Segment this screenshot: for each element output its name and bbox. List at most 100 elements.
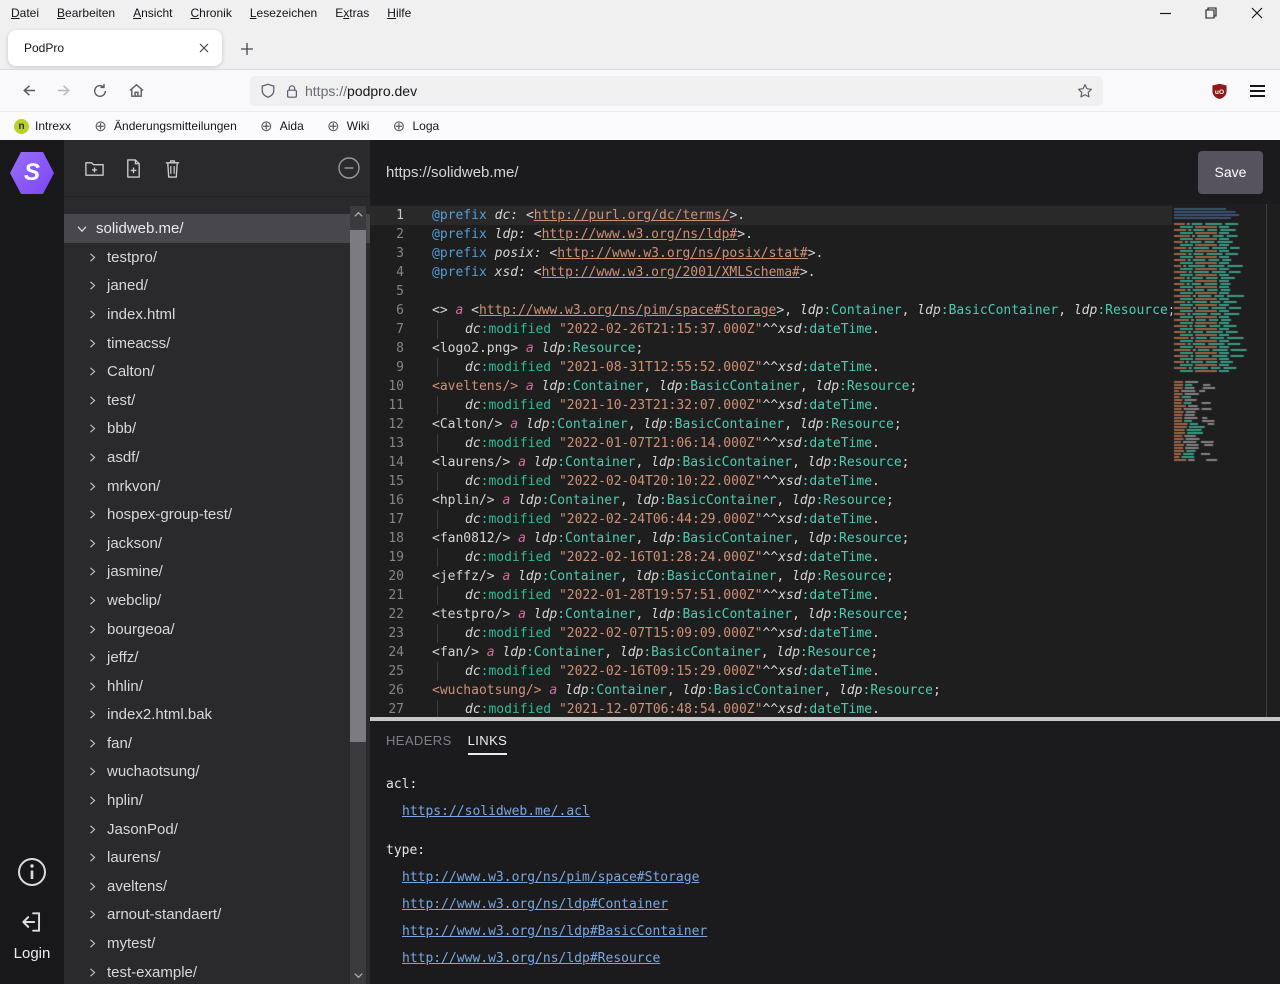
- restore-button[interactable]: [1188, 0, 1234, 26]
- menu-bar: DateiBearbeitenAnsichtChronikLesezeichen…: [0, 0, 420, 26]
- url-bar[interactable]: https://podpro.dev: [250, 76, 1103, 106]
- bookmark-item[interactable]: Intrexx: [14, 119, 71, 134]
- bookmark-item[interactable]: Änderungsmitteilungen: [93, 119, 237, 134]
- code-line: @prefix xsd: <http://www.w3.org/2001/XML…: [432, 263, 1172, 282]
- tree-scrollbar-thumb[interactable]: [350, 230, 366, 742]
- menu-item[interactable]: Chronik: [181, 0, 240, 26]
- tree-item-label: mytest/: [107, 935, 155, 952]
- tree-item[interactable]: laurens/: [64, 843, 370, 872]
- tree-item[interactable]: bbb/: [64, 415, 370, 444]
- code-line: <testpro/> a ldp:Container, ldp:BasicCon…: [432, 605, 1172, 624]
- new-file-button[interactable]: [122, 157, 144, 179]
- tree-toolbar: [64, 140, 370, 196]
- editor-code[interactable]: @prefix dc: <http://purl.org/dc/terms/>.…: [412, 206, 1172, 717]
- forward-button[interactable]: [48, 75, 80, 107]
- resource-url[interactable]: https://solidweb.me/: [386, 164, 519, 181]
- tree-item[interactable]: testpro/: [64, 243, 370, 272]
- code-line: <Calton/> a ldp:Container, ldp:BasicCont…: [432, 415, 1172, 434]
- tree-item-label: timeacss/: [107, 335, 170, 352]
- reload-button[interactable]: [84, 75, 116, 107]
- scroll-down-icon[interactable]: [350, 970, 366, 981]
- tree-item-label: index.html: [107, 306, 175, 323]
- tree-item[interactable]: hhlin/: [64, 672, 370, 701]
- tree-item-label: bourgeoa/: [107, 621, 175, 638]
- menu-item[interactable]: Lesezeichen: [241, 0, 326, 26]
- ublock-extension-button[interactable]: uO: [1204, 76, 1234, 106]
- editor-minimap[interactable]: [1172, 206, 1262, 715]
- tree-item[interactable]: index.html: [64, 300, 370, 329]
- minimize-button[interactable]: [1142, 0, 1188, 26]
- tree-item[interactable]: jeffz/: [64, 643, 370, 672]
- code-line: <wuchaotsung/> a ldp:Container, ldp:Basi…: [432, 681, 1172, 700]
- code-line: dc:modified "2021-12-07T06:48:54.000Z"^^…: [432, 700, 1172, 717]
- bookmark-item[interactable]: Loga: [391, 119, 439, 134]
- chevron-right-icon: [86, 651, 99, 664]
- bookmark-icon: [326, 119, 341, 134]
- link-url[interactable]: http://www.w3.org/ns/ldp#Resource: [402, 951, 660, 966]
- browser-tab[interactable]: PodPro: [8, 30, 222, 66]
- save-button[interactable]: Save: [1198, 151, 1263, 194]
- code-line: dc:modified "2022-02-04T20:10:22.000Z"^^…: [432, 472, 1172, 491]
- close-window-button[interactable]: [1234, 0, 1280, 26]
- scroll-up-icon[interactable]: [350, 209, 366, 220]
- menu-item[interactable]: Bearbeiten: [48, 0, 124, 26]
- menu-item[interactable]: Hilfe: [378, 0, 420, 26]
- code-line: <fan/> a ldp:Container, ldp:BasicContain…: [432, 643, 1172, 662]
- panel-tab[interactable]: HEADERS: [386, 733, 452, 755]
- tree-item[interactable]: hplin/: [64, 786, 370, 815]
- menu-item[interactable]: Datei: [2, 0, 48, 26]
- tree-item[interactable]: timeacss/: [64, 329, 370, 358]
- shield-icon: [260, 83, 276, 99]
- tab-close-button[interactable]: [192, 36, 216, 60]
- tree-item[interactable]: arnout-standaert/: [64, 901, 370, 930]
- new-tab-button[interactable]: [234, 36, 260, 62]
- link-url[interactable]: http://www.w3.org/ns/pim/space#Storage: [402, 870, 699, 885]
- tree-item[interactable]: wuchaotsung/: [64, 758, 370, 787]
- links-section: type: http://www.w3.org/ns/pim/space#Sto…: [386, 843, 1280, 966]
- delete-button[interactable]: [161, 157, 183, 179]
- panel-tab[interactable]: LINKS: [468, 733, 508, 755]
- bookmark-star-button[interactable]: [1077, 83, 1093, 99]
- collapse-all-button[interactable]: [338, 157, 360, 179]
- menu-item[interactable]: Ansicht: [124, 0, 181, 26]
- tree-item[interactable]: janed/: [64, 272, 370, 301]
- back-button[interactable]: [12, 75, 44, 107]
- tree-item-label: webclip/: [107, 592, 161, 609]
- tree-scrollbar[interactable]: [350, 206, 366, 984]
- tree-item[interactable]: bourgeoa/: [64, 615, 370, 644]
- login-icon: [19, 909, 45, 935]
- tree-root-item[interactable]: solidweb.me/: [64, 214, 370, 243]
- tree-item[interactable]: aveltens/: [64, 872, 370, 901]
- tree-item[interactable]: test-example/: [64, 958, 370, 984]
- podpro-logo[interactable]: S: [10, 152, 54, 194]
- tree-item[interactable]: jackson/: [64, 529, 370, 558]
- tree-item[interactable]: asdf/: [64, 443, 370, 472]
- tree-item[interactable]: webclip/: [64, 586, 370, 615]
- file-tree: solidweb.me/ testpro/ janed/ index.html: [64, 196, 370, 984]
- forward-icon: [56, 82, 73, 99]
- bookmark-item[interactable]: Wiki: [326, 119, 370, 134]
- bookmark-item[interactable]: Aida: [259, 119, 304, 134]
- tree-item[interactable]: test/: [64, 386, 370, 415]
- menu-item[interactable]: Extras: [326, 0, 378, 26]
- tree-item[interactable]: Calton/: [64, 357, 370, 386]
- tree-item[interactable]: jasmine/: [64, 558, 370, 587]
- code-line: <> a <http://www.w3.org/ns/pim/space#Sto…: [432, 301, 1172, 320]
- link-url[interactable]: https://solidweb.me/.acl: [402, 804, 590, 819]
- home-button[interactable]: [120, 75, 152, 107]
- line-number: 1: [370, 206, 412, 225]
- tree-item[interactable]: fan/: [64, 729, 370, 758]
- tree-item[interactable]: mrkvon/: [64, 472, 370, 501]
- tree-item[interactable]: hospex-group-test/: [64, 500, 370, 529]
- info-button[interactable]: [0, 856, 64, 888]
- app-menu-button[interactable]: [1242, 76, 1272, 106]
- code-editor[interactable]: 1234567891011121314151617181920212223242…: [370, 204, 1280, 717]
- line-number: 6: [370, 301, 412, 320]
- login-button[interactable]: Login: [0, 909, 64, 962]
- tree-item[interactable]: mytest/: [64, 929, 370, 958]
- tree-item[interactable]: JasonPod/: [64, 815, 370, 844]
- link-url[interactable]: http://www.w3.org/ns/ldp#Container: [402, 897, 668, 912]
- link-url[interactable]: http://www.w3.org/ns/ldp#BasicContainer: [402, 924, 707, 939]
- new-folder-button[interactable]: [83, 157, 105, 179]
- tree-item[interactable]: index2.html.bak: [64, 701, 370, 730]
